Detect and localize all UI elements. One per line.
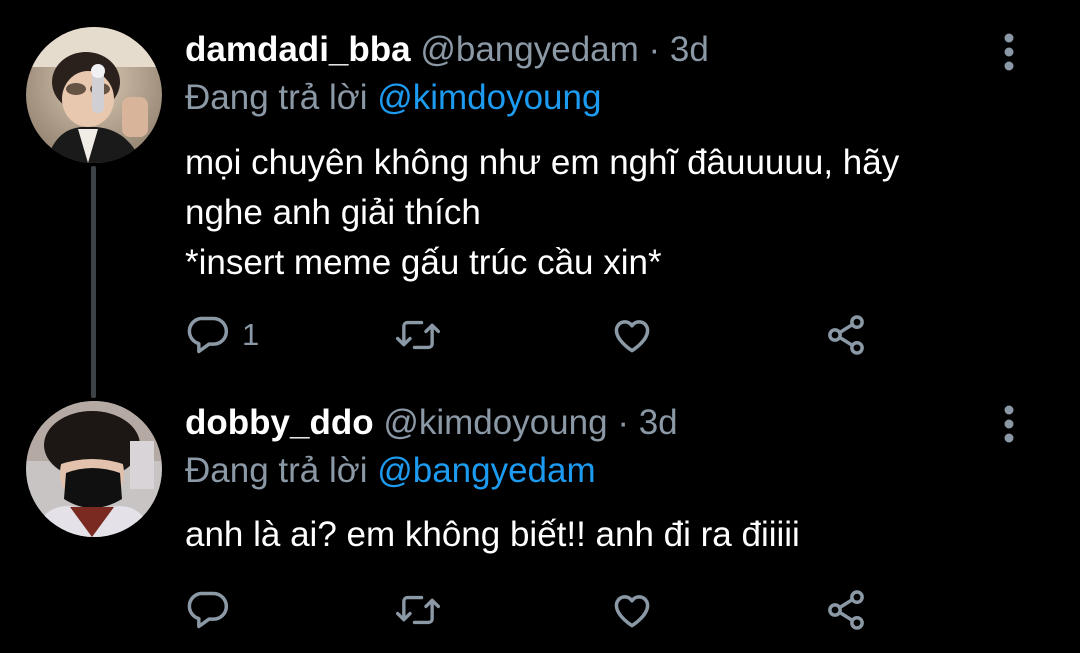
more-options-button[interactable]	[996, 404, 1022, 444]
replying-prefix: Đang trả lời	[185, 451, 368, 490]
replying-to: Đang trả lời @kimdoyoung	[185, 74, 601, 122]
replying-prefix: Đang trả lời	[185, 78, 368, 117]
tweet-text: anh là ai? em không biết!! anh đi ra đii…	[185, 510, 1045, 560]
replying-to: Đang trả lời @bangyedam	[185, 447, 596, 495]
tweet-actions	[180, 585, 900, 635]
reply-button[interactable]: 1	[186, 310, 259, 360]
display-name[interactable]: dobby_ddo	[185, 403, 374, 442]
retweet-icon	[395, 595, 441, 625]
retweet-icon	[395, 320, 441, 350]
timestamp[interactable]: 3d	[639, 403, 678, 442]
share-icon	[828, 590, 864, 630]
reply-count: 1	[242, 317, 260, 352]
handle[interactable]: @bangyedam	[420, 30, 638, 69]
share-button[interactable]	[824, 310, 868, 360]
mention-link[interactable]: @kimdoyoung	[377, 78, 601, 117]
reply-button[interactable]	[186, 585, 242, 635]
tweet-header: dobby_ddo @kimdoyoung · 3d	[185, 399, 678, 447]
tweet-text-line: nghe anh giải thích	[185, 193, 481, 232]
timestamp[interactable]: 3d	[670, 30, 709, 69]
avatar-photo-icon	[26, 27, 162, 163]
like-icon	[614, 595, 650, 628]
tweet-text-line: anh là ai? em không biết!! anh đi ra đii…	[185, 515, 800, 554]
tweet[interactable]: dobby_ddo @kimdoyoung · 3d Đang trả lời …	[0, 380, 1080, 653]
more-vertical-icon	[1004, 33, 1014, 71]
reply-icon	[187, 316, 229, 354]
display-name[interactable]: damdadi_bba	[185, 30, 411, 69]
avatar-photo-icon	[26, 401, 162, 537]
like-button[interactable]	[610, 310, 654, 360]
like-icon	[614, 320, 650, 353]
reply-icon	[187, 591, 229, 629]
tweet[interactable]: damdadi_bba @bangyedam · 3d Đang trả lời…	[0, 0, 1080, 398]
avatar[interactable]	[26, 27, 162, 163]
more-vertical-icon	[1004, 405, 1014, 443]
handle[interactable]: @kimdoyoung	[383, 403, 607, 442]
tweet-header: damdadi_bba @bangyedam · 3d	[185, 26, 709, 74]
retweet-button[interactable]	[395, 310, 441, 360]
like-button[interactable]	[610, 585, 654, 635]
mention-link[interactable]: @bangyedam	[377, 451, 595, 490]
separator-dot: ·	[648, 30, 661, 69]
tweet-text-line: *insert meme gấu trúc cầu xin*	[185, 243, 662, 282]
thread-line	[91, 166, 96, 398]
share-icon	[828, 315, 864, 355]
retweet-button[interactable]	[395, 585, 441, 635]
tweet-text-line: mọi chuyên không như em nghĩ đâuuuuu, hã…	[185, 143, 900, 182]
tweet-text: mọi chuyên không như em nghĩ đâuuuuu, hã…	[185, 138, 1045, 288]
share-button[interactable]	[824, 585, 868, 635]
separator-dot: ·	[617, 403, 629, 442]
avatar[interactable]	[26, 401, 162, 537]
tweet-actions: 1	[180, 310, 900, 360]
more-options-button[interactable]	[996, 32, 1022, 72]
